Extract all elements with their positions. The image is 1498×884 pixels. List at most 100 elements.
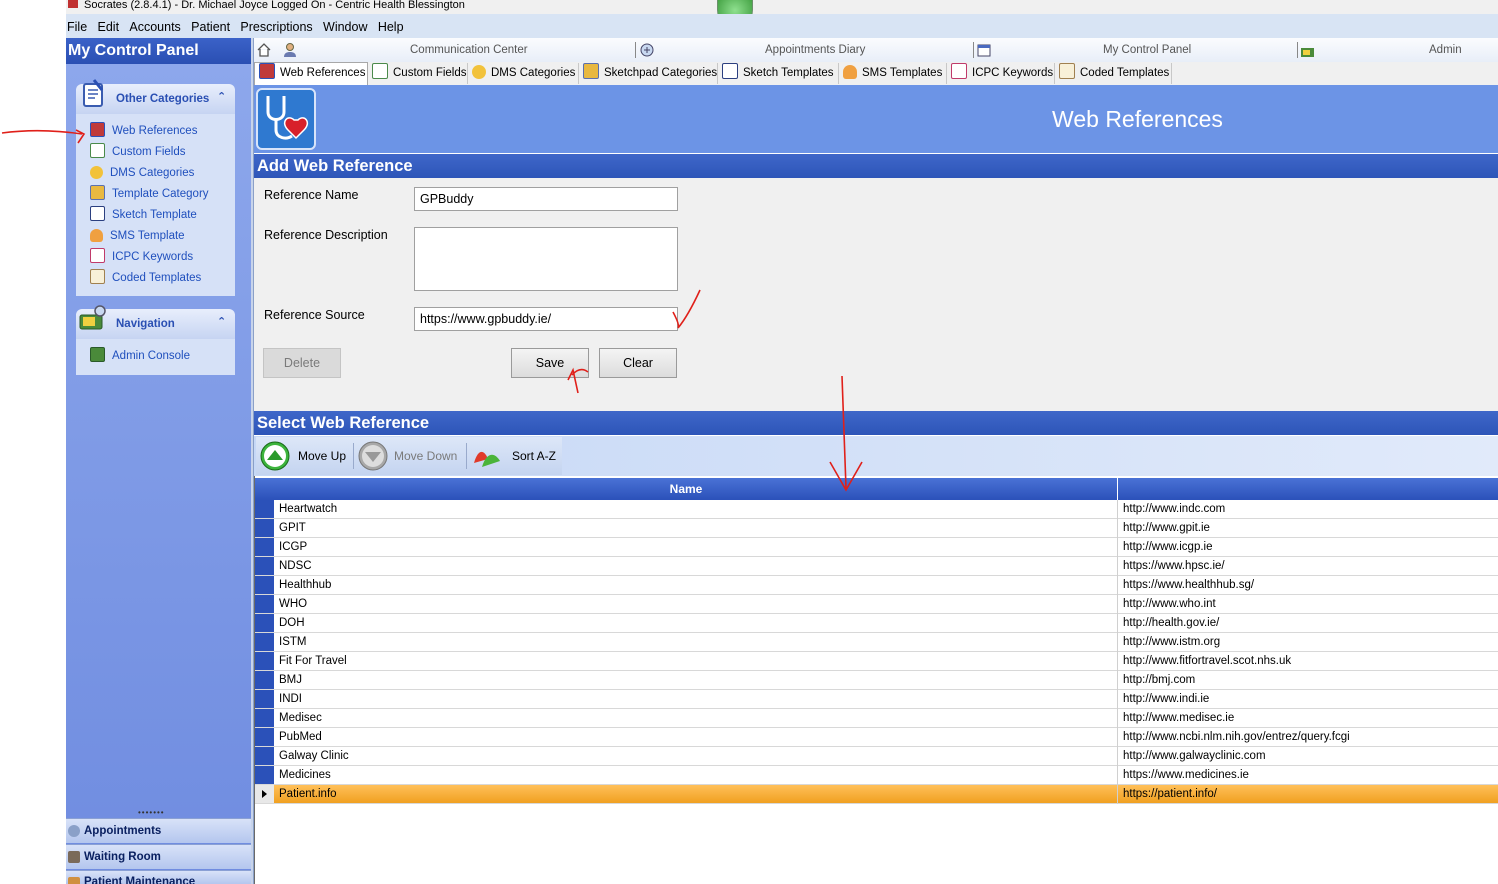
row-selector[interactable] [255,747,274,765]
nav-appointments-diary[interactable]: Appointments Diary [765,38,865,62]
sidebar-item-icpc-keywords[interactable]: ICPC Keywords [76,247,235,268]
appointments-diary-icon[interactable] [976,42,992,58]
tab-coded-templates[interactable]: Coded Templates [1055,63,1172,84]
table-row[interactable]: Medicines https://www.medicines.ie [255,766,1498,785]
table-row[interactable]: ICGP http://www.icgp.ie [255,538,1498,557]
move-down-button[interactable]: Move Down [354,437,464,475]
tab-sketchpad-categories[interactable]: Sketchpad Categories [579,63,718,84]
column-divider [1117,557,1118,576]
table-row[interactable]: Medisec http://www.medisec.ie [255,709,1498,728]
menu-prescriptions[interactable]: Prescriptions [240,14,319,40]
tab-dms-categories[interactable]: DMS Categories [468,63,579,84]
icpc-keywords-icon [90,248,105,263]
sort-icon [474,451,500,467]
reference-name-label: Reference Name [264,188,359,202]
sidebar-item-sketch-template[interactable]: Sketch Template [76,205,235,226]
row-selector[interactable] [255,652,274,670]
reference-name-input[interactable]: GPBuddy [414,187,678,211]
home-icon[interactable] [256,42,272,58]
tab-sms-templates[interactable]: SMS Templates [839,63,947,84]
sort-a-z-button[interactable]: Sort A-Z [468,437,562,475]
admin-console-nav-icon[interactable] [1300,42,1316,58]
toolbar-separator [466,443,467,469]
patient-maintenance-button[interactable]: Patient Maintenance [66,870,251,884]
sidebar-item-web-references[interactable]: Web References [76,121,235,142]
column-divider [1117,614,1118,633]
coded-templates-icon [90,269,105,284]
tab-icpc-keywords[interactable]: ICPC Keywords [947,63,1055,84]
table-row[interactable]: BMJ http://bmj.com [255,671,1498,690]
cell-url: http://www.istm.org [1123,636,1221,648]
tab-custom-fields[interactable]: Custom Fields [368,63,468,84]
nav-my-control-panel[interactable]: My Control Panel [1103,38,1191,62]
table-row[interactable]: Patient.info https://patient.info/ [255,785,1498,804]
cell-url: http://www.medisec.ie [1123,712,1235,724]
row-selector[interactable] [255,690,274,708]
row-selector[interactable] [255,766,274,784]
clear-button[interactable]: Clear [599,348,677,378]
table-row[interactable]: DOH http://health.gov.ie/ [255,614,1498,633]
sidebar-item-custom-fields[interactable]: Custom Fields [76,142,235,163]
communication-center-icon[interactable] [639,42,655,58]
delete-button[interactable]: Delete [263,348,341,378]
nav-admin-console[interactable]: Admin Consol [1429,38,1498,80]
tab-sketch-templates[interactable]: Sketch Templates [718,63,839,84]
row-selector[interactable] [255,633,274,651]
appointments-button[interactable]: Appointments [66,818,251,843]
cell-name: ISTM [279,636,307,648]
row-selector[interactable] [255,538,274,556]
column-divider [1117,747,1118,766]
tab-web-references[interactable]: Web References [254,62,368,86]
menu-patient[interactable]: Patient [191,14,237,40]
table-row[interactable]: ISTM http://www.istm.org [255,633,1498,652]
sidebar-item-coded-templates[interactable]: Coded Templates [76,268,235,289]
table-row[interactable]: Heartwatch http://www.indc.com [255,500,1498,519]
nav-communication-center[interactable]: Communication Center [410,38,528,62]
collapse-chevron-icon[interactable]: ⌃ [217,315,229,328]
cell-name: Galway Clinic [279,750,349,762]
list-toolbar: Move Up Move Down Sort A-Z [256,437,562,475]
cell-name: Heartwatch [279,503,338,515]
sidebar-item-template-category[interactable]: Template Category [76,184,235,205]
menu-edit[interactable]: Edit [98,14,127,40]
table-row[interactable]: INDI http://www.indi.ie [255,690,1498,709]
navigation-header[interactable]: Navigation ⌃ [76,305,235,339]
table-row[interactable]: Healthhub https://www.healthhub.sg/ [255,576,1498,595]
table-row[interactable]: WHO http://www.who.int [255,595,1498,614]
row-selector[interactable] [255,709,274,727]
row-selector[interactable] [255,557,274,575]
cell-url: https://www.hpsc.ie/ [1123,560,1225,572]
column-header-name[interactable]: Name [255,478,1118,500]
reference-source-input[interactable]: https://www.gpbuddy.ie/ [414,307,678,331]
sidebar-item-dms-categories[interactable]: DMS Categories [76,163,235,184]
table-row[interactable]: NDSC https://www.hpsc.ie/ [255,557,1498,576]
table-row[interactable]: Fit For Travel http://www.fitfortravel.sc… [255,652,1498,671]
table-row[interactable]: PubMed http://www.ncbi.nlm.nih.gov/entrez… [255,728,1498,747]
panel-splitter[interactable]: ••••••• [138,809,178,817]
waiting-room-button[interactable]: Waiting Room [66,844,251,869]
row-selector[interactable] [255,671,274,689]
collapse-chevron-icon[interactable]: ⌃ [217,90,229,103]
select-section-header: Select Web Reference [254,411,1498,435]
cell-name: Healthhub [279,579,332,591]
row-selector[interactable] [255,576,274,594]
table-row[interactable]: Galway Clinic http://www.galwayclinic.com [255,747,1498,766]
row-selector[interactable] [255,500,274,518]
sidebar-item-sms-template[interactable]: SMS Template [76,226,235,247]
row-selector[interactable] [255,519,274,537]
menu-file[interactable]: File [66,14,94,40]
row-selector[interactable] [255,595,274,613]
menu-accounts[interactable]: Accounts [129,14,187,40]
save-button[interactable]: Save [511,348,589,378]
reference-description-input[interactable] [414,227,678,291]
menu-help[interactable]: Help [378,14,411,40]
table-row[interactable]: GPIT http://www.gpit.ie [255,519,1498,538]
row-selector[interactable] [255,728,274,746]
move-up-button[interactable]: Move Up [256,437,352,475]
menu-window[interactable]: Window [323,14,374,40]
row-selector[interactable] [255,614,274,632]
sidebar-item-admin-console[interactable]: Admin Console [76,346,235,367]
user-icon[interactable] [282,42,298,58]
other-categories-header[interactable]: Other Categories ⌃ [76,79,235,114]
row-selector[interactable] [255,785,274,803]
